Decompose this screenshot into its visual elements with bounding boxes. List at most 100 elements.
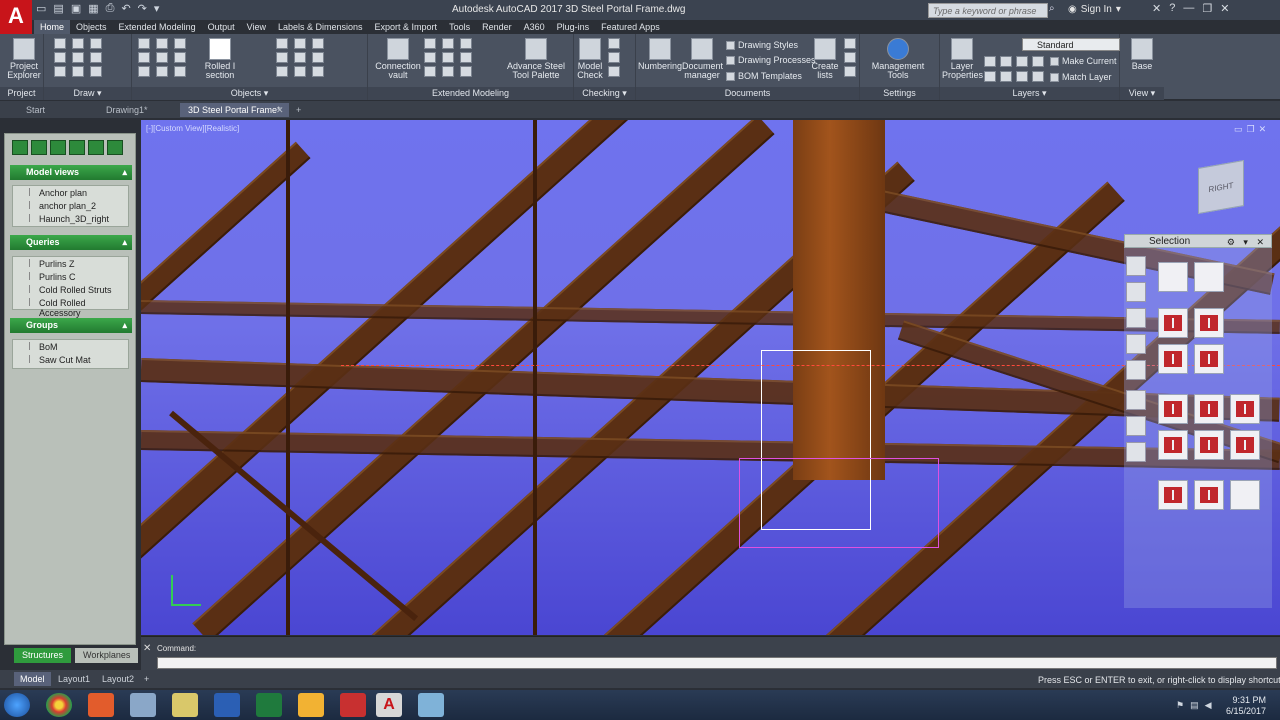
- doc-tab-drawing1[interactable]: Drawing1*: [98, 103, 156, 117]
- groups-header[interactable]: Groups: [10, 318, 132, 333]
- panel-title-checking[interactable]: Checking ▾: [574, 87, 635, 100]
- create-lists-button[interactable]: Create lists: [810, 38, 840, 80]
- layer-dropdown[interactable]: Standard: [1022, 38, 1120, 51]
- mendeley-icon[interactable]: [298, 693, 324, 717]
- autocad-logo-button[interactable]: A: [0, 0, 32, 36]
- palette-tool-1-icon[interactable]: [12, 140, 28, 155]
- restore-icon[interactable]: ❐: [1202, 2, 1212, 15]
- add-layout-plus-icon[interactable]: +: [138, 672, 155, 686]
- layer-unlock-icon[interactable]: [1032, 71, 1044, 82]
- selection-tool-8-icon[interactable]: [1126, 442, 1146, 462]
- grid-icon[interactable]: [138, 66, 150, 77]
- selection-tool-3-icon[interactable]: [1126, 308, 1146, 328]
- selection-tool-6-icon[interactable]: [1126, 390, 1146, 410]
- app-taskbar-icon[interactable]: [418, 693, 444, 717]
- drawing-styles-button[interactable]: Drawing Styles: [726, 40, 798, 50]
- viewport-minimize-icon[interactable]: ▭: [1234, 124, 1243, 135]
- railing-icon[interactable]: [442, 38, 454, 49]
- deselect-icon[interactable]: [1158, 344, 1188, 374]
- merge-plate-icon[interactable]: [312, 52, 324, 63]
- layer-isolate-icon[interactable]: [1000, 56, 1012, 67]
- truss-icon[interactable]: [460, 52, 472, 63]
- start-button-icon[interactable]: [4, 693, 30, 717]
- purlin-icon[interactable]: [442, 66, 454, 77]
- select-filter-marked-icon[interactable]: [1194, 480, 1224, 510]
- viewport-restore-icon[interactable]: ❐: [1247, 124, 1255, 135]
- select-filter-icon[interactable]: [1158, 480, 1188, 510]
- weld-point-icon[interactable]: [312, 66, 324, 77]
- layer-properties-button[interactable]: Layer Properties: [942, 38, 983, 80]
- viewport-label[interactable]: [-][Custom View][Realistic]: [146, 124, 239, 133]
- audit-icon[interactable]: [608, 52, 620, 63]
- connection-vault-button[interactable]: Connection vault: [374, 38, 422, 80]
- selection-tool-7-icon[interactable]: [1126, 416, 1146, 436]
- select-refresh-marked-icon[interactable]: [1194, 430, 1224, 460]
- steel-strut[interactable]: [533, 120, 537, 635]
- tab-layout1[interactable]: Layout1: [52, 672, 96, 686]
- management-tools-button[interactable]: Management Tools: [868, 38, 928, 80]
- redo-icon[interactable]: ↷: [138, 2, 147, 18]
- layer-freeze-icon[interactable]: [1016, 56, 1028, 67]
- bracing-icon[interactable]: [424, 66, 436, 77]
- line-icon[interactable]: [54, 38, 66, 49]
- select-refresh-icon[interactable]: [1158, 430, 1188, 460]
- search-input[interactable]: Type a keyword or phrase: [928, 3, 1048, 18]
- tab-workplanes[interactable]: Workplanes: [75, 648, 139, 663]
- arc-icon[interactable]: [90, 38, 102, 49]
- tab-render[interactable]: Render: [476, 20, 518, 34]
- chrome-icon[interactable]: [46, 693, 72, 717]
- search-icon[interactable]: ⌕: [1049, 3, 1063, 18]
- tab-plug-ins[interactable]: Plug-ins: [551, 20, 596, 34]
- base-view-button[interactable]: Base: [1126, 38, 1158, 71]
- joint-icon[interactable]: [424, 52, 436, 63]
- beam-icon[interactable]: [156, 38, 168, 49]
- portal-icon[interactable]: [442, 52, 454, 63]
- selection-palette-header[interactable]: Selection ⚙ ▾ ✕: [1124, 234, 1272, 248]
- open-icon[interactable]: ▤: [53, 2, 63, 18]
- bolt-icon[interactable]: [138, 52, 150, 63]
- tab-structures[interactable]: Structures: [14, 648, 72, 663]
- list-icon-1[interactable]: [844, 38, 856, 49]
- shear-stud-icon[interactable]: [156, 66, 168, 77]
- command-close-icon[interactable]: ✕: [143, 643, 151, 654]
- drawing-viewport[interactable]: [141, 120, 1280, 635]
- rolled-i-section-button[interactable]: Rolled I section: [198, 38, 242, 80]
- tab-labels-dimensions[interactable]: Labels & Dimensions: [272, 20, 369, 34]
- column-icon[interactable]: [138, 38, 150, 49]
- list-item[interactable]: Haunch_3D_right: [13, 212, 128, 225]
- spline-icon[interactable]: [72, 66, 84, 77]
- ellipse-icon[interactable]: [90, 52, 102, 63]
- hatch-icon[interactable]: [54, 66, 66, 77]
- zoom-selection-icon[interactable]: [1230, 480, 1260, 510]
- panel-title-view[interactable]: View ▾: [1120, 87, 1164, 100]
- weld-icon[interactable]: [156, 52, 168, 63]
- selection-tool-4-icon[interactable]: [1126, 334, 1146, 354]
- drawing-processes-button[interactable]: Drawing Processes: [726, 55, 816, 65]
- palette-visibility-icon[interactable]: [107, 140, 123, 155]
- select-refresh-section-icon[interactable]: [1230, 430, 1260, 460]
- project-explorer-button[interactable]: Project Explorer: [6, 38, 42, 80]
- numbering-button[interactable]: Numbering: [638, 38, 682, 71]
- save-icon[interactable]: ▣: [71, 2, 81, 18]
- qat-dropdown-icon[interactable]: ▾: [154, 2, 160, 18]
- selection-tool-2-icon[interactable]: [1126, 282, 1146, 302]
- new-icon[interactable]: ▭: [36, 2, 46, 18]
- file-icon[interactable]: [130, 693, 156, 717]
- tab-export-import[interactable]: Export & Import: [369, 20, 444, 34]
- layer-unisolate-icon[interactable]: [1000, 71, 1012, 82]
- tab-view[interactable]: View: [241, 20, 272, 34]
- sign-in-button[interactable]: ◉ Sign In ▾: [1068, 4, 1121, 15]
- advance-steel-tool-palette-button[interactable]: Advance Steel Tool Palette: [506, 38, 566, 80]
- palette-tool-3-icon[interactable]: [50, 140, 66, 155]
- selection-tool-1-icon[interactable]: [1126, 256, 1146, 276]
- tab-output[interactable]: Output: [202, 20, 241, 34]
- stair-icon[interactable]: [424, 38, 436, 49]
- select-beam-marked-icon[interactable]: [1194, 394, 1224, 424]
- close-icon[interactable]: ✕: [1220, 2, 1229, 15]
- network-icon[interactable]: ▤: [1190, 700, 1199, 711]
- help-icon[interactable]: ?: [1169, 2, 1175, 15]
- list-item[interactable]: Anchor plan: [13, 186, 128, 199]
- select-beam-icon[interactable]: [1158, 394, 1188, 424]
- select-help-icon[interactable]: [1158, 262, 1188, 292]
- bom-templates-button[interactable]: BOM Templates: [726, 71, 802, 81]
